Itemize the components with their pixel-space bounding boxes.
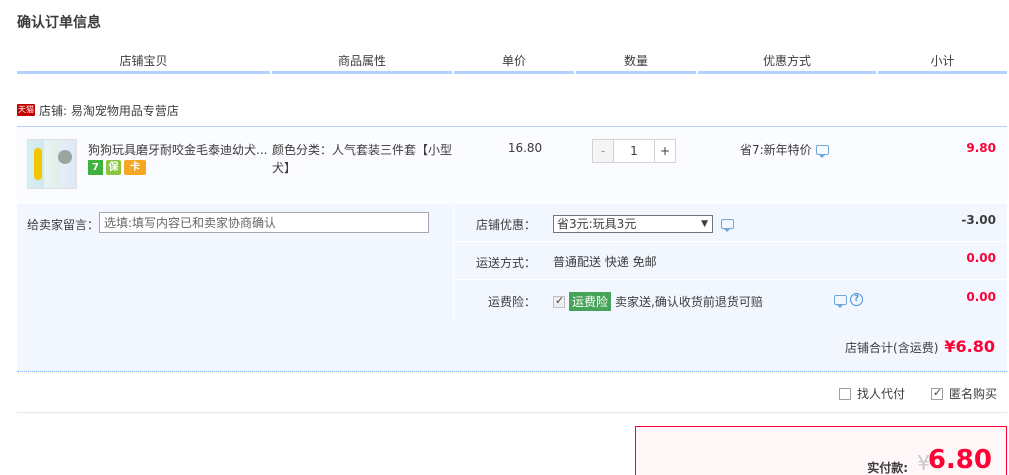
quantity-input[interactable] — [614, 140, 654, 162]
coupon-select[interactable]: 省3元:玩具3元 — [553, 215, 713, 233]
ball-image — [58, 150, 72, 164]
discount-info: 省7:新年特价 — [740, 141, 829, 158]
qty-plus-button[interactable]: + — [654, 140, 675, 162]
insurance-checkbox — [553, 294, 565, 308]
memo-input[interactable] — [99, 212, 429, 233]
shipping-label: 运送方式： — [475, 256, 536, 270]
divider — [17, 412, 1007, 413]
shop-total-label: 店铺合计(含运费) — [845, 341, 939, 355]
quantity-stepper: - + — [592, 139, 676, 163]
shipping-value: 普通配送 快递 免邮 — [553, 253, 657, 270]
memo-label: 给卖家留言： — [27, 218, 100, 232]
anonymous-option[interactable]: 匿名购买 — [930, 385, 997, 402]
message-icon[interactable] — [815, 144, 829, 158]
credit-card-icon[interactable]: 卡 — [124, 160, 146, 175]
shop-name[interactable]: 店铺: 易淘宠物用品专营店 — [39, 102, 179, 119]
shop-info: 天猫 店铺: 易淘宠物用品专营店 — [17, 101, 179, 119]
discount-text: 省7:新年特价 — [740, 143, 812, 157]
payment-label: 实付款: — [867, 461, 908, 475]
service-icons: 7 保 卡 — [88, 160, 146, 175]
column-price: 单价 — [454, 50, 574, 74]
message-icon[interactable] — [721, 219, 734, 232]
proxy-pay-option[interactable]: 找人代付 — [838, 385, 905, 402]
insurance-amount: 0.00 — [966, 290, 996, 304]
footer-options: 找人代付 匿名购买 — [838, 385, 997, 402]
insurance-icons: ? — [834, 293, 863, 308]
item-subtotal: 9.80 — [966, 141, 996, 155]
toy-image — [34, 148, 42, 180]
insurance-value: 运费险 卖家送,确认收货前退货可赔 — [553, 292, 763, 311]
payment-summary: 实付款: ¥ 6.80 — [635, 426, 1007, 475]
shop-coupon-row: 店铺优惠： 省3元:玩具3元 -3.00 — [454, 204, 1008, 242]
column-header: 店铺宝贝 商品属性 单价 数量 优惠方式 小计 — [17, 50, 1007, 74]
shop-coupon-value: 省3元:玩具3元 — [553, 215, 734, 233]
column-subtotal: 小计 — [878, 50, 1007, 74]
column-item: 店铺宝贝 — [17, 50, 270, 74]
column-discount: 优惠方式 — [698, 50, 876, 74]
guarantee-icon[interactable]: 保 — [106, 160, 121, 175]
insurance-row: 运费险： 运费险 卖家送,确认收货前退货可赔 ? 0.00 — [454, 281, 1008, 319]
memo-section: 给卖家留言： — [17, 204, 453, 320]
item-name-link[interactable]: 狗狗玩具磨牙耐咬金毛泰迪幼犬... — [88, 141, 268, 158]
proxy-pay-label: 找人代付 — [856, 387, 905, 401]
tmall-badge-icon: 天猫 — [17, 104, 35, 116]
help-icon[interactable]: ? — [850, 293, 863, 306]
shop-total-value: ¥6.80 — [944, 337, 995, 356]
seven-day-return-icon[interactable]: 7 — [88, 160, 103, 175]
insurance-label: 运费险： — [487, 295, 536, 309]
shipping-row: 运送方式： 普通配送 快递 免邮 0.00 — [454, 242, 1008, 280]
order-options: 给卖家留言： 店铺优惠： 省3元:玩具3元 -3.00 运送方式： 普通配送 快… — [17, 204, 1008, 372]
shop-coupon-label: 店铺优惠： — [475, 218, 536, 232]
item-attribute: 颜色分类：人气套装三件套【小型犬】 — [272, 143, 453, 175]
shop-coupon-amount: -3.00 — [961, 213, 996, 227]
item-price: 16.80 — [507, 141, 543, 155]
item-thumbnail[interactable] — [27, 139, 77, 189]
column-quantity: 数量 — [576, 50, 696, 74]
qty-minus-button[interactable]: - — [593, 140, 614, 162]
column-attr: 商品属性 — [272, 50, 452, 74]
shipping-amount: 0.00 — [966, 251, 996, 265]
insurance-text: 卖家送,确认收货前退货可赔 — [615, 295, 763, 309]
shipping-method: 普通配送 快递 免邮 — [553, 255, 657, 269]
proxy-pay-checkbox[interactable] — [838, 387, 851, 400]
payment-amount: 6.80 — [927, 445, 992, 475]
insurance-badge: 运费险 — [569, 292, 612, 311]
anonymous-label: 匿名购买 — [948, 387, 997, 401]
anonymous-checkbox[interactable] — [930, 386, 943, 400]
shop-total: 店铺合计(含运费) ¥6.80 — [845, 337, 995, 356]
page-title: 确认订单信息 — [17, 15, 101, 31]
message-icon[interactable] — [834, 294, 847, 308]
order-item-row: 狗狗玩具磨牙耐咬金毛泰迪幼犬... 7 保 卡 颜色分类：人气套装三件套【小型犬… — [17, 126, 1007, 204]
order-settings: 店铺优惠： 省3元:玩具3元 -3.00 运送方式： 普通配送 快递 免邮 0.… — [453, 204, 1008, 320]
